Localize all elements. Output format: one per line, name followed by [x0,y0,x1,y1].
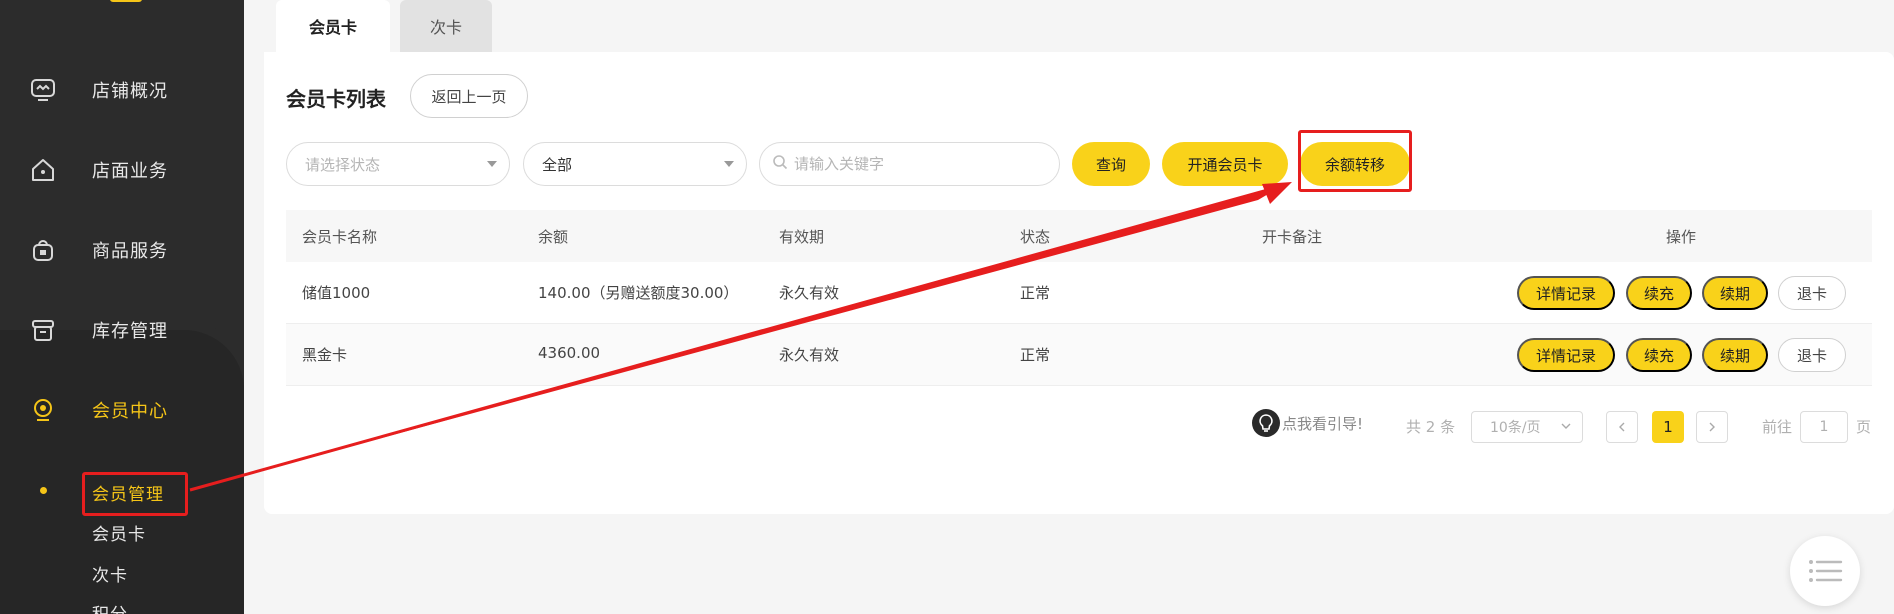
detail-record-button[interactable]: 详情记录 [1517,276,1615,310]
annotation-highlight-box [82,472,188,516]
home-icon [28,155,58,185]
cell-status: 正常 [1020,346,1051,364]
total-count: 共 2 条 [1406,418,1456,436]
column-header-status: 状态 [1020,228,1051,246]
sidebar-item-products[interactable]: 商品服务 [0,210,244,290]
tab-label: 会员卡 [304,14,362,38]
bag-icon [28,235,58,265]
sidebar-item-label: 店铺概况 [92,81,168,102]
lightbulb-icon [1252,409,1280,437]
tab-times-card[interactable]: 次卡 [400,0,492,52]
sidebar: 店铺概况 店面业务 商品服务 库存管理 会员中心 会员管理 会员卡 次卡 积分 [0,0,244,614]
prev-page-button[interactable] [1606,411,1638,443]
next-page-button[interactable] [1696,411,1728,443]
logo [110,0,142,2]
active-dot [40,487,47,494]
recharge-button[interactable]: 续充 [1626,338,1692,372]
open-card-button[interactable]: 开通会员卡 [1162,142,1288,186]
back-button[interactable]: 返回上一页 [410,74,528,118]
caret-down-icon [724,161,734,167]
guide-link[interactable]: 点我看引导! [1252,409,1363,437]
monitor-icon [28,75,58,105]
search-box[interactable] [759,142,1060,186]
status-select[interactable]: 请选择状态 [286,142,510,186]
cell-balance: 140.00（另赠送额度30.00） [538,284,739,302]
refund-card-button[interactable]: 退卡 [1778,338,1846,372]
sidebar-item-label: 店面业务 [92,161,168,182]
column-header-balance: 余额 [538,228,569,246]
goto-label: 前往 [1762,418,1793,436]
tab-member-card[interactable]: 会员卡 [276,0,390,52]
submenu-item-times-card[interactable]: 次卡 [92,561,128,586]
chevron-left-icon [1619,422,1625,432]
search-icon [772,154,788,174]
refund-card-button[interactable]: 退卡 [1778,276,1846,310]
sidebar-item-label: 商品服务 [92,241,168,262]
chevron-down-icon [1560,420,1572,436]
submenu-item-points[interactable]: 积分 [92,600,128,614]
chevron-right-icon [1709,422,1715,432]
cell-validity: 永久有效 [779,346,840,364]
renew-button[interactable]: 续期 [1702,276,1768,310]
column-header-note: 开卡备注 [1262,228,1323,246]
cell-balance: 4360.00 [538,344,601,362]
detail-record-button[interactable]: 详情记录 [1517,338,1615,372]
page-number-current[interactable]: 1 [1652,411,1684,443]
sidebar-item-member-center[interactable]: 会员中心 [0,370,244,450]
member-icon [28,395,58,425]
sidebar-item-label: 库存管理 [92,321,168,342]
tab-label: 次卡 [429,18,462,37]
column-header-actions: 操作 [1666,228,1697,246]
recharge-button[interactable]: 续充 [1626,276,1692,310]
box-icon [28,315,58,345]
cell-status: 正常 [1020,284,1051,302]
table-row: 储值1000 140.00（另赠送额度30.00） 永久有效 正常 详情记录 续… [286,262,1872,324]
goto-suffix: 页 [1856,418,1872,436]
sidebar-item-store-business[interactable]: 店面业务 [0,130,244,210]
floating-menu-button[interactable] [1790,536,1860,606]
caret-down-icon [487,161,497,167]
sidebar-item-overview[interactable]: 店铺概况 [0,50,244,130]
page-size-select[interactable]: 10条/页 [1471,411,1583,443]
type-select[interactable]: 全部 [523,142,747,186]
renew-button[interactable]: 续期 [1702,338,1768,372]
goto-page-input[interactable]: 1 [1800,411,1848,443]
sidebar-item-inventory[interactable]: 库存管理 [0,290,244,370]
list-icon [1809,560,1843,582]
query-button[interactable]: 查询 [1072,142,1150,186]
guide-text: 点我看引导! [1282,414,1364,433]
column-header-name: 会员卡名称 [302,228,378,246]
type-select-value: 全部 [542,155,573,174]
page-size-value: 10条/页 [1490,420,1541,436]
cell-name: 黑金卡 [302,346,348,364]
search-input[interactable] [794,155,1044,173]
submenu-item-member-card[interactable]: 会员卡 [92,520,146,545]
table-header: 会员卡名称 余额 有效期 状态 开卡备注 操作 [286,210,1872,262]
table-row: 黑金卡 4360.00 永久有效 正常 详情记录 续充 续期 退卡 [286,324,1872,386]
column-header-validity: 有效期 [779,228,825,246]
status-select-placeholder: 请选择状态 [305,155,381,174]
annotation-highlight-box [1298,130,1412,192]
cell-validity: 永久有效 [779,284,840,302]
sidebar-item-label: 会员中心 [92,401,168,422]
page-title: 会员卡列表 [286,87,386,111]
cell-name: 储值1000 [302,284,371,302]
